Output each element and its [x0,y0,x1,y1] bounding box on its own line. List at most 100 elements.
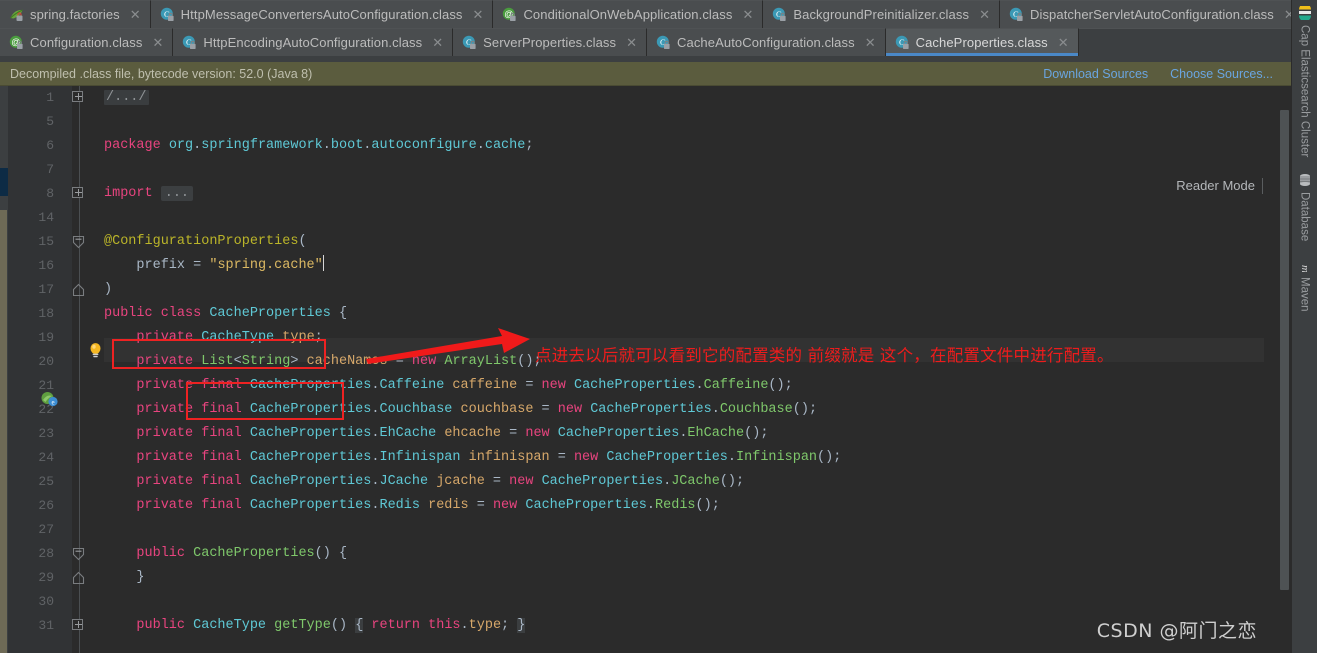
editor-tab[interactable]: @ ConditionalOnWebApplication.class ✕ [493,0,764,28]
tab-close-icon[interactable]: ✕ [473,8,484,21]
line-number: 17 [38,282,54,297]
code-lines-container[interactable]: 1 /.../ 5 6 package org.springframework.boot… [0,86,1291,653]
download-sources-link[interactable]: Download Sources [1043,67,1148,81]
code-text: public CacheProperties() { [136,546,348,561]
editor-tab[interactable]: C DispatcherServletAutoConfiguration.clas… [999,0,1305,28]
line-number: 5 [46,114,54,129]
editor-tab[interactable]: spring.factories ✕ [0,0,151,28]
code-line[interactable]: 7 [0,158,1270,182]
code-text: private final CacheProperties.Infinispan… [136,450,842,465]
line-number: 16 [38,258,54,273]
code-text: public CacheType getType() { return this… [136,618,526,633]
code-text: private final CacheProperties.JCache jca… [136,474,745,489]
class-file-icon: C [160,7,175,22]
code-line[interactable]: 27 [0,518,1270,542]
fold-region-end-icon[interactable] [72,571,85,585]
notification-actions: Download Sources Choose Sources... [1043,67,1281,81]
editor-tab[interactable]: C CacheAutoConfiguration.class ✕ [647,28,886,56]
editor-tab-bar: spring.factories ✕ C HttpMessageConvertersA… [0,0,1305,56]
class-marker-icon[interactable]: e [41,391,58,407]
tool-window-button[interactable]: Cap Elasticsearch Cluster [1298,0,1312,167]
tab-close-icon[interactable]: ✕ [152,36,163,49]
choose-sources-link[interactable]: Choose Sources... [1170,67,1273,81]
fold-region-start-icon[interactable] [72,235,85,249]
decompiled-message: Decompiled .class file, bytecode version… [10,66,313,81]
code-line[interactable]: 8 import ... [0,182,1270,206]
code-line[interactable]: 31 public CacheType getType() { return t… [0,614,1270,638]
code-text: ) [104,282,113,297]
code-text: private final CacheProperties.EhCache eh… [136,426,769,441]
code-line[interactable]: 25 private final CacheProperties.JCache … [0,470,1270,494]
elasticsearch-icon [1298,3,1312,22]
fold-region-end-icon[interactable] [72,283,85,297]
tab-close-icon[interactable]: ✕ [979,8,990,21]
tab-label: Configuration.class [30,35,143,50]
code-text: private final CacheProperties.Redis redi… [136,498,720,513]
editor-scrollbar-thumb[interactable] [1280,110,1289,590]
code-line[interactable]: 15 @ConfigurationProperties( [0,230,1270,254]
line-number: 23 [38,426,54,441]
editor-tab-active[interactable]: C CacheProperties.class ✕ [885,28,1079,56]
tab-label: CacheProperties.class [915,35,1048,50]
code-line[interactable]: 14 [0,206,1270,230]
line-number: 26 [38,498,54,513]
tab-close-icon[interactable]: ✕ [1058,36,1069,49]
line-number: 28 [38,546,54,561]
editor-tab[interactable]: C ServerProperties.class ✕ [453,28,648,56]
editor-tab[interactable]: @ Configuration.class ✕ [0,28,174,56]
code-editor[interactable]: 1 /.../ 5 6 package org.springframework.boot… [0,86,1291,653]
fold-region-start-icon[interactable] [72,547,85,561]
code-line[interactable]: 29 } [0,566,1270,590]
tab-label: spring.factories [30,7,120,22]
watermark-text: CSDN @阿门之恋 [1096,620,1257,642]
annotation-file-icon: @ [9,35,24,50]
tab-label: DispatcherServletAutoConfiguration.class [1029,7,1274,22]
code-line[interactable]: 24 private final CacheProperties.Infinis… [0,446,1270,470]
line-number: 1 [46,90,54,105]
code-line[interactable]: 30 [0,590,1270,614]
code-line[interactable]: 1 /.../ [0,86,1270,110]
line-number: 6 [46,138,54,153]
right-tool-window-bar[interactable]: Cap Elasticsearch Cluster Database m Maven [1291,0,1317,653]
fold-toggle-icon[interactable] [72,187,85,200]
line-number: 29 [38,570,54,585]
code-text: private final CacheProperties.Caffeine c… [136,378,793,393]
tab-close-icon[interactable]: ✕ [130,8,141,21]
tool-window-button[interactable]: Database [1298,167,1312,251]
editor-tab[interactable]: C BackgroundPreinitializer.class ✕ [763,0,1000,28]
reader-mode-label[interactable]: Reader Mode [1176,178,1255,193]
spring-leaf-icon [9,7,24,22]
code-line[interactable]: 17) [0,278,1270,302]
ide-window: spring.factories ✕ C HttpMessageConvertersA… [0,0,1317,653]
tab-close-icon[interactable]: ✕ [432,36,443,49]
code-line[interactable]: 22 private final CacheProperties.Couchba… [0,398,1270,422]
tab-close-icon[interactable]: ✕ [742,8,753,21]
tab-label: HttpEncodingAutoConfiguration.class [203,35,423,50]
code-line[interactable]: 21 private final CacheProperties.Caffein… [0,374,1270,398]
code-line[interactable]: 16 prefix = "spring.cache" [0,254,1270,278]
code-line[interactable]: 5 [0,110,1270,134]
maven-icon: m [1298,258,1312,273]
fold-toggle-icon[interactable] [72,91,85,104]
tab-close-icon[interactable]: ✕ [865,36,876,49]
class-file-icon: C [1009,7,1024,22]
tab-label: BackgroundPreinitializer.class [793,7,970,22]
svg-text:e: e [51,399,54,407]
line-number: 15 [38,234,54,249]
line-number: 19 [38,330,54,345]
tab-close-icon[interactable]: ✕ [626,36,637,49]
fold-toggle-icon[interactable] [72,619,85,632]
code-line[interactable]: 26 private final CacheProperties.Redis r… [0,494,1270,518]
editor-tab[interactable]: C HttpEncodingAutoConfiguration.class ✕ [173,28,454,56]
code-line[interactable]: 28 public CacheProperties() { [0,542,1270,566]
editor-tab[interactable]: C HttpMessageConvertersAutoConfiguration.… [150,0,494,28]
intention-bulb-icon[interactable] [88,342,103,359]
tool-window-button[interactable]: m Maven [1298,252,1312,322]
tab-label: ConditionalOnWebApplication.class [523,7,733,22]
reader-mode-divider [1262,178,1263,194]
code-text: @ConfigurationProperties( [104,234,307,249]
code-line[interactable]: 6 package org.springframework.boot.autoco… [0,134,1270,158]
code-line[interactable]: 23 private final CacheProperties.EhCache… [0,422,1270,446]
code-line[interactable]: 18 public class CacheProperties { [0,302,1270,326]
line-number: 20 [38,354,54,369]
